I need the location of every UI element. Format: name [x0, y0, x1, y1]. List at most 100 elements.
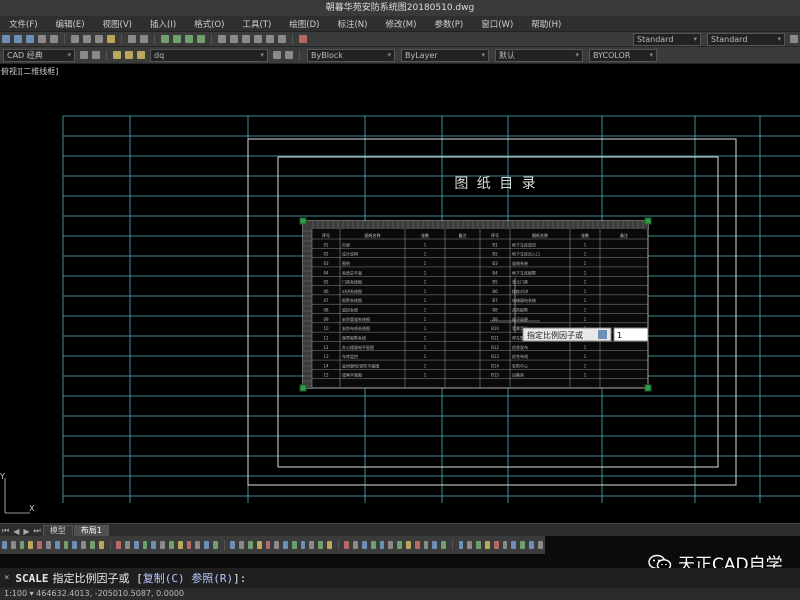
menu-item-5[interactable]: 工具(T): [233, 18, 280, 30]
tool-icon[interactable]: [151, 541, 157, 549]
tool-icon[interactable]: [291, 541, 297, 549]
tab-prev-icon[interactable]: ◀: [11, 527, 21, 536]
layer-properties-icon[interactable]: [113, 51, 121, 59]
drawing-svg[interactable]: 图 纸 目 录序号 图纸名称 张数 备注 序号 图纸名称 张数 备注01 目录 102 设计说明 10…: [0, 63, 800, 523]
pan-icon[interactable]: [161, 35, 169, 43]
menu-item-3[interactable]: 插入(I): [141, 18, 185, 30]
tool-icon[interactable]: [72, 541, 78, 549]
zoom-window-icon[interactable]: [185, 35, 193, 43]
tool-icon[interactable]: [327, 541, 332, 549]
tab-layout1[interactable]: 布局1: [73, 525, 109, 536]
markup-icon[interactable]: [266, 35, 274, 43]
tool-icon[interactable]: [265, 541, 271, 549]
tool-icon[interactable]: [414, 541, 420, 549]
copy-icon[interactable]: [83, 35, 91, 43]
tool-palettes-icon[interactable]: [242, 35, 250, 43]
tool-icon[interactable]: [370, 541, 376, 549]
tool-icon[interactable]: [54, 541, 60, 549]
tool-icon[interactable]: [274, 541, 280, 549]
tool-icon[interactable]: [423, 541, 429, 549]
tool-icon[interactable]: [529, 541, 534, 549]
tab-next-icon[interactable]: ▶: [21, 527, 31, 536]
zoom-previous-icon[interactable]: [197, 35, 205, 43]
command-line[interactable]: × SCALE 指定比例因子或 [ 复制(C) 参照(R) ]:: [0, 568, 800, 588]
save-icon[interactable]: [26, 35, 34, 43]
tool-icon[interactable]: [458, 541, 464, 549]
tool-icon[interactable]: [186, 541, 192, 549]
tool-icon[interactable]: [300, 541, 306, 549]
tool-icon[interactable]: [195, 541, 201, 549]
tool-icon[interactable]: [177, 541, 183, 549]
preview-icon[interactable]: [50, 35, 58, 43]
tool-icon[interactable]: [81, 541, 86, 549]
tool-icon[interactable]: [388, 541, 394, 549]
sun-icon[interactable]: [137, 51, 145, 59]
tool-icon[interactable]: [344, 541, 350, 549]
tool-icon[interactable]: [63, 541, 69, 549]
tool-icon[interactable]: [89, 541, 95, 549]
menu-item-1[interactable]: 编辑(E): [47, 18, 94, 30]
workspace-gear-icon[interactable]: [92, 51, 100, 59]
match-properties-icon[interactable]: [107, 35, 115, 43]
textstyle-dropdown-right[interactable]: Standard ▾: [707, 32, 785, 46]
tool-icon[interactable]: [204, 541, 209, 549]
tool-icon[interactable]: [168, 541, 174, 549]
open-icon[interactable]: [14, 35, 22, 43]
tool-icon[interactable]: [467, 541, 473, 549]
menu-item-8[interactable]: 修改(M): [376, 18, 425, 30]
tool-icon[interactable]: [45, 541, 51, 549]
menu-item-2[interactable]: 视图(V): [94, 18, 141, 30]
tool-icon[interactable]: [239, 541, 244, 549]
tab-first-icon[interactable]: ⏮: [0, 526, 11, 536]
sheet-set-icon[interactable]: [254, 35, 262, 43]
option-reference[interactable]: 参照(R): [191, 570, 233, 586]
zoom-realtime-icon[interactable]: [173, 35, 181, 43]
new-icon[interactable]: [2, 35, 10, 43]
make-current-layer-icon[interactable]: [273, 51, 281, 59]
tool-icon[interactable]: [485, 541, 490, 549]
tool-icon[interactable]: [520, 541, 525, 549]
tool-icon[interactable]: [318, 541, 324, 549]
tool-icon[interactable]: [511, 541, 517, 549]
tool-icon[interactable]: [362, 541, 367, 549]
layer-previous-icon[interactable]: [285, 51, 293, 59]
tool-icon[interactable]: [493, 541, 499, 549]
menu-item-7[interactable]: 标注(N): [328, 18, 376, 30]
tool-icon[interactable]: [212, 541, 218, 549]
tool-icon[interactable]: [230, 541, 236, 549]
tool-icon[interactable]: [116, 541, 121, 549]
tool-icon[interactable]: [476, 541, 482, 549]
properties-icon[interactable]: [218, 35, 226, 43]
layer-dropdown[interactable]: dq ▾: [150, 48, 268, 62]
linetype-dropdown[interactable]: ByLayer ▾: [401, 48, 489, 62]
tool-icon[interactable]: [283, 541, 288, 549]
workspace-dropdown[interactable]: CAD 经典 ▾: [3, 48, 75, 62]
tool-icon[interactable]: [19, 541, 25, 549]
paste-icon[interactable]: [95, 35, 103, 43]
redo-icon[interactable]: [140, 35, 148, 43]
tool-icon[interactable]: [2, 541, 7, 549]
option-copy[interactable]: 复制(C): [143, 570, 185, 586]
cut-icon[interactable]: [71, 35, 79, 43]
plotstyle-dropdown[interactable]: BYCOLOR ▾: [589, 48, 657, 62]
tool-icon[interactable]: [133, 541, 139, 549]
tool-icon[interactable]: [502, 541, 508, 549]
menu-item-0[interactable]: 文件(F): [0, 18, 47, 30]
tool-icon[interactable]: [441, 541, 447, 549]
close-command-icon[interactable]: ×: [4, 573, 9, 583]
help-icon[interactable]: [299, 35, 307, 43]
viewport-label[interactable]: 俯视][二维线框]: [1, 66, 58, 77]
calculator-icon[interactable]: [278, 35, 286, 43]
menu-item-4[interactable]: 格式(O): [185, 18, 233, 30]
menu-item-11[interactable]: 帮助(H): [522, 18, 570, 30]
tool-icon[interactable]: [256, 541, 262, 549]
tab-model[interactable]: 模型: [42, 525, 73, 536]
tool-icon[interactable]: [98, 541, 104, 549]
multileader-style-icon[interactable]: [790, 35, 798, 43]
workspace-settings-icon[interactable]: [80, 51, 88, 59]
tool-icon[interactable]: [28, 541, 34, 549]
undo-icon[interactable]: [128, 35, 136, 43]
textstyle-dropdown[interactable]: Standard ▾: [633, 32, 701, 46]
tool-icon[interactable]: [397, 541, 403, 549]
tool-icon[interactable]: [124, 541, 130, 549]
